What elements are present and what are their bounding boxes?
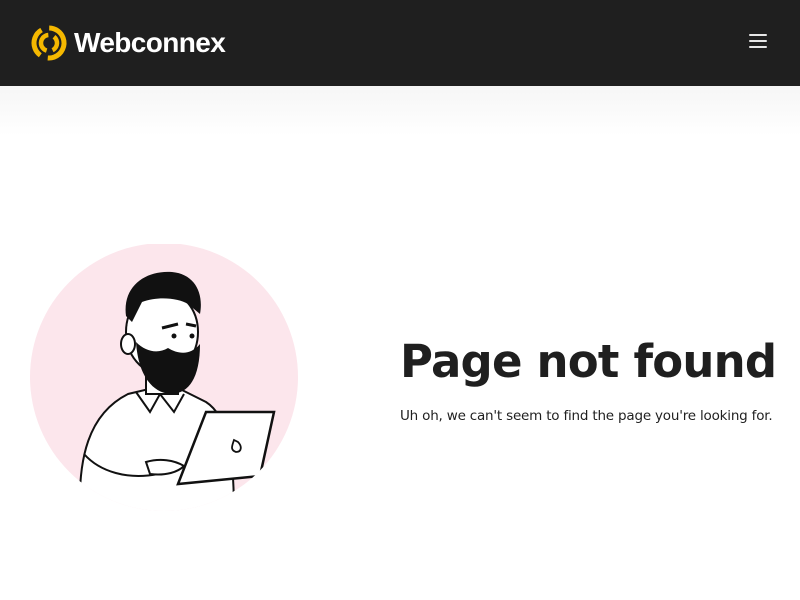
webconnex-swirl-icon — [30, 24, 68, 62]
bearded-man-laptop-illustration — [28, 243, 300, 514]
hamburger-menu-icon[interactable] — [748, 34, 770, 52]
site-header: Webconnex — [0, 0, 800, 86]
error-content: Page not found Uh oh, we can't seem to f… — [400, 334, 790, 424]
brand-logo-link[interactable]: Webconnex — [30, 24, 226, 62]
page-title: Page not found — [400, 335, 777, 388]
header-shadow — [0, 86, 800, 136]
error-message: Uh oh, we can't seem to find the page yo… — [400, 408, 773, 424]
brand-name: Webconnex — [74, 27, 226, 58]
